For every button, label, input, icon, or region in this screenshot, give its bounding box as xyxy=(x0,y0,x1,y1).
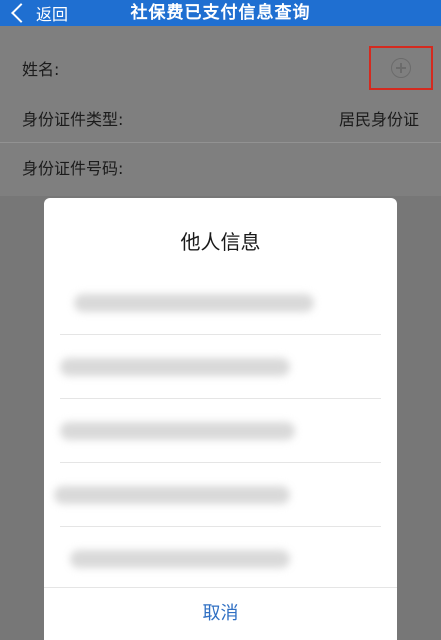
add-circle-icon[interactable] xyxy=(391,58,411,78)
redacted-text xyxy=(74,294,314,312)
other-person-dialog: 他人信息 取消 xyxy=(44,198,397,640)
person-entry[interactable] xyxy=(60,270,381,335)
redacted-text xyxy=(60,422,295,440)
query-form: 姓名: 身份证件类型: 居民身份证 身份证件号码: xyxy=(0,26,441,196)
redacted-text xyxy=(70,550,290,568)
id-number-label: 身份证件号码: xyxy=(22,158,124,178)
person-entry[interactable] xyxy=(54,462,381,527)
id-type-label: 身份证件类型: xyxy=(22,110,124,129)
person-entry[interactable] xyxy=(60,398,381,463)
id-type-value: 居民身份证 xyxy=(338,110,419,129)
top-nav-bar: 返回 社保费已支付信息查询 xyxy=(0,0,441,26)
id-number-row[interactable]: 身份证件号码: xyxy=(0,142,441,190)
id-type-row[interactable]: 身份证件类型: 居民身份证 xyxy=(0,94,441,142)
page-title: 社保费已支付信息查询 xyxy=(130,3,311,23)
dialog-title: 他人信息 xyxy=(180,230,261,254)
add-person-highlight xyxy=(369,46,433,90)
person-entry[interactable] xyxy=(60,334,381,399)
name-label: 姓名: xyxy=(22,60,60,79)
person-entry[interactable] xyxy=(60,526,381,590)
cancel-button[interactable]: 取消 xyxy=(44,587,397,640)
redacted-text xyxy=(60,358,290,376)
redacted-text xyxy=(54,486,290,504)
